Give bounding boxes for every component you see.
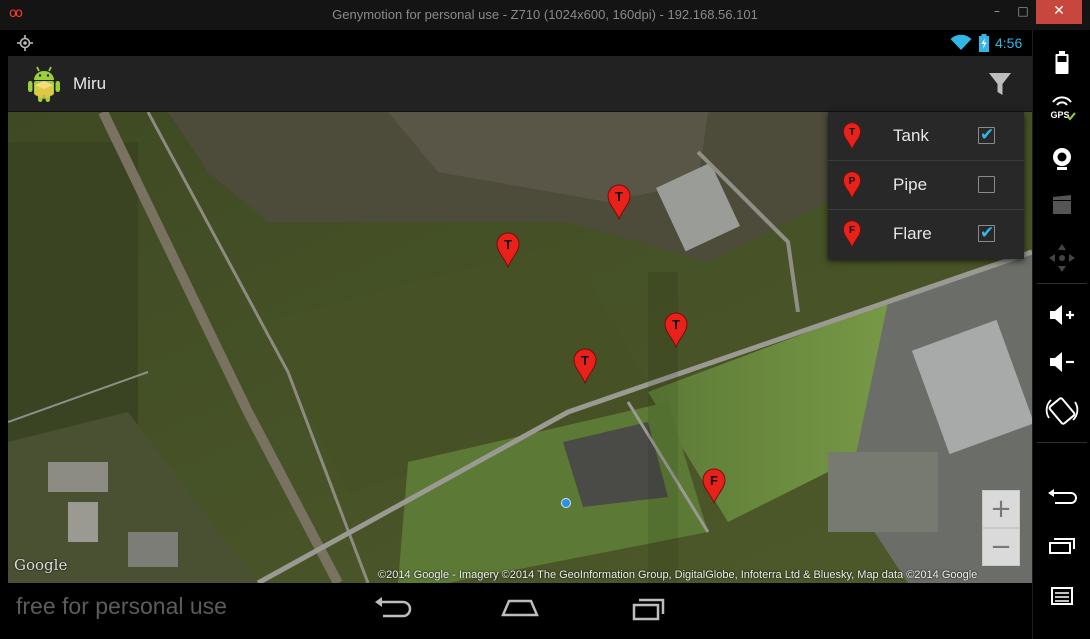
- marker-letter: F: [710, 473, 718, 488]
- volume-down-icon[interactable]: [1039, 342, 1085, 382]
- action-bar: Miru: [8, 56, 1032, 112]
- menu-icon[interactable]: [1039, 578, 1085, 618]
- filter-item-label: Flare: [893, 224, 932, 243]
- page-title: Miru: [73, 74, 107, 93]
- status-time: 4:56: [995, 35, 1023, 51]
- navigation-bar: free for personal use: [0, 583, 1032, 639]
- svg-text:T: T: [849, 127, 855, 138]
- pipe-pin-icon: P: [843, 171, 861, 199]
- svg-text:F: F: [849, 225, 855, 236]
- marker-letter: T: [672, 317, 680, 332]
- check-icon: ✔: [980, 125, 995, 145]
- tank-pin-icon: T: [843, 122, 861, 150]
- minimize-button[interactable]: –: [984, 0, 1010, 24]
- marker-letter: T: [615, 189, 623, 204]
- flare-checkbox[interactable]: ✔: [978, 223, 995, 243]
- filter-item-flare[interactable]: F Flare ✔: [828, 210, 1024, 259]
- window-title-bar: oo Genymotion for personal use - Z710 (1…: [0, 0, 1090, 30]
- map-marker-flare[interactable]: F: [701, 468, 727, 504]
- pipe-checkbox[interactable]: [978, 176, 995, 193]
- toolbar-divider: [1037, 283, 1087, 284]
- recent-apps-icon[interactable]: [1039, 526, 1085, 566]
- back-icon[interactable]: [1039, 478, 1085, 518]
- map-marker-tank[interactable]: T: [606, 184, 632, 220]
- volume-up-icon[interactable]: [1039, 295, 1085, 335]
- gps-icon[interactable]: GPS: [1039, 88, 1085, 128]
- watermark-text: free for personal use: [16, 593, 227, 619]
- map-marker-tank[interactable]: T: [572, 348, 598, 384]
- flare-pin-icon: F: [843, 220, 861, 248]
- battery-icon[interactable]: [1039, 43, 1085, 83]
- filter-item-label: Tank: [893, 126, 929, 145]
- my-location-dot: [561, 498, 571, 508]
- filter-item-label: Pipe: [893, 175, 928, 194]
- back-icon[interactable]: [367, 593, 417, 623]
- svg-text:GPS: GPS: [1050, 110, 1069, 120]
- zoom-out-button[interactable]: −: [982, 528, 1020, 566]
- android-icon[interactable]: [25, 64, 63, 104]
- maximize-button[interactable]: □: [1010, 0, 1036, 24]
- filter-item-pipe[interactable]: P Pipe: [828, 161, 1024, 210]
- status-bar: 4:56: [0, 30, 1032, 56]
- emulator-window: oo Genymotion for personal use - Z710 (1…: [0, 0, 1090, 639]
- close-button[interactable]: ✕: [1036, 0, 1082, 24]
- marker-letter: T: [581, 353, 589, 368]
- tank-checkbox[interactable]: ✔: [978, 125, 995, 145]
- gps-icon: [17, 35, 33, 51]
- home-icon[interactable]: [495, 593, 545, 623]
- toolbar-divider: [1037, 442, 1087, 443]
- filter-item-tank[interactable]: T Tank ✔: [828, 112, 1024, 161]
- emulator-side-toolbar: GPS: [1032, 30, 1090, 639]
- svg-text:P: P: [849, 176, 856, 187]
- marker-letter: T: [504, 237, 512, 252]
- battery-charging-icon: [979, 34, 989, 52]
- wifi-icon: [950, 34, 972, 50]
- window-title: Genymotion for personal use - Z710 (1024…: [332, 7, 758, 22]
- filter-menu: T Tank ✔ P Pipe F Flare ✔: [828, 112, 1024, 259]
- zoom-in-button[interactable]: +: [982, 490, 1020, 528]
- filter-icon[interactable]: [983, 68, 1017, 100]
- recent-apps-icon[interactable]: [624, 593, 674, 623]
- rotate-icon[interactable]: [1039, 390, 1085, 430]
- map-marker-tank[interactable]: T: [663, 312, 689, 348]
- map-attribution: ©2014 Google - Imagery ©2014 The GeoInfo…: [378, 569, 978, 581]
- camera-icon[interactable]: [1039, 138, 1085, 178]
- check-icon: ✔: [980, 223, 995, 243]
- video-icon[interactable]: [1039, 186, 1085, 226]
- dpad-icon[interactable]: [1039, 238, 1085, 278]
- map-marker-tank[interactable]: T: [495, 232, 521, 268]
- map-logo: Google: [14, 556, 68, 574]
